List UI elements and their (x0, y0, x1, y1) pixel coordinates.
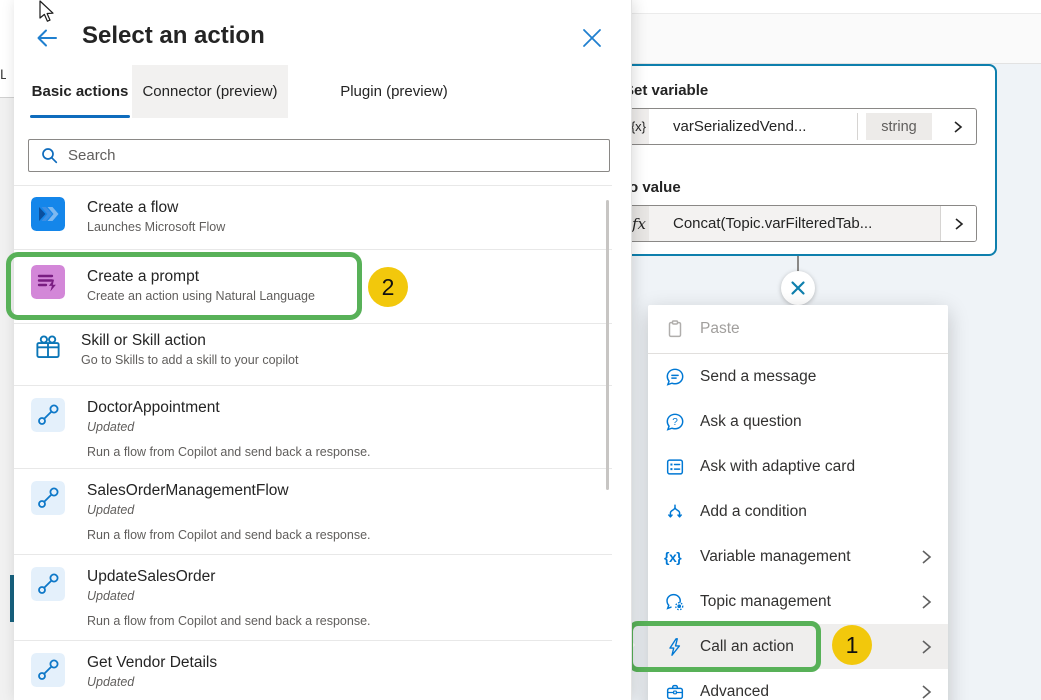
menu-item-label: Variable management (700, 548, 918, 566)
flow-run-icon (31, 398, 65, 432)
flow-run-icon (31, 567, 65, 601)
action-desc: Run a flow from Copilot and send back a … (87, 612, 371, 631)
action-item-updatesalesorder[interactable]: UpdateSalesOrder Updated Run a flow from… (14, 555, 612, 641)
action-item-salesordermanagementflow[interactable]: SalesOrderManagementFlow Updated Run a f… (14, 469, 612, 555)
action-title: DoctorAppointment (87, 397, 371, 418)
menu-item-add-a-condition[interactable]: Add a condition (648, 489, 948, 534)
menu-item-ask-a-question[interactable]: ? Ask a question (648, 399, 948, 444)
menu-item-label: Call an action (700, 638, 918, 656)
power-automate-icon (31, 197, 65, 231)
tab-bar: Basic actions Connector (preview) Plugin… (30, 65, 478, 119)
action-title: SalesOrderManagementFlow (87, 480, 371, 501)
back-arrow-icon[interactable] (34, 25, 60, 51)
menu-item-label: Ask a question (700, 413, 934, 431)
chevron-right-icon (953, 217, 965, 231)
action-desc: Run a flow from Copilot and send back a … (87, 443, 371, 462)
paste-icon (664, 318, 686, 340)
skill-gift-icon (33, 332, 63, 362)
svg-text:?: ? (672, 417, 678, 428)
close-insert-menu-button[interactable] (781, 271, 815, 305)
chevron-right-icon (918, 593, 934, 611)
action-desc: Go to Skills to add a skill to your copi… (81, 351, 298, 370)
briefcase-icon (664, 681, 686, 700)
lightning-icon (664, 636, 686, 658)
close-icon[interactable] (580, 26, 604, 50)
chevron-right-icon (918, 548, 934, 566)
variable-expand-button[interactable] (940, 109, 976, 144)
panel-header: Select an action (14, 0, 631, 60)
action-item-create-a-flow[interactable]: Create a flow Launches Microsoft Flow (14, 186, 612, 250)
variable-field[interactable]: {x} varSerializedVend... string (612, 108, 977, 145)
step-badge-1: 1 (832, 625, 872, 665)
menu-item-send-a-message[interactable]: Send a message (648, 354, 948, 399)
action-list: Create a flow Launches Microsoft Flow Cr… (14, 185, 612, 700)
clipped-text: L (0, 66, 6, 82)
condition-branch-icon (664, 501, 686, 523)
menu-item-call-an-action[interactable]: Call an action (648, 624, 948, 669)
action-item-doctorappointment[interactable]: DoctorAppointment Updated Run a flow fro… (14, 386, 612, 469)
search-icon (41, 147, 58, 164)
action-title: Skill or Skill action (81, 330, 298, 351)
question-icon: ? (664, 411, 686, 433)
action-status: Updated (87, 418, 371, 436)
to-value-label: to value (624, 179, 681, 196)
action-status: Updated (87, 673, 217, 691)
menu-item-label: Paste (700, 320, 934, 338)
step-badge-2: 2 (368, 267, 408, 307)
tab-connector-preview[interactable]: Connector (preview) (132, 65, 288, 118)
action-title: UpdateSalesOrder (87, 566, 371, 587)
search-input[interactable] (68, 147, 609, 164)
action-title: Create a prompt (87, 266, 315, 287)
value-formula: Concat(Topic.varFilteredTab... (649, 206, 940, 241)
create-prompt-icon (31, 265, 65, 299)
action-desc: Create an action using Natural Language (87, 287, 315, 306)
mouse-cursor-icon (36, 0, 56, 27)
value-expand-button[interactable] (940, 206, 976, 241)
action-status: Updated (87, 501, 371, 519)
variable-icon: {x} (664, 549, 688, 565)
chevron-right-icon (918, 638, 934, 656)
menu-item-advanced[interactable]: Advanced (648, 669, 948, 700)
menu-item-label: Send a message (700, 368, 934, 386)
action-status: Updated (87, 587, 371, 605)
action-title: Get Vendor Details (87, 652, 217, 673)
topic-gear-icon (664, 591, 686, 613)
menu-item-label: Advanced (700, 683, 918, 700)
search-box[interactable] (28, 139, 610, 172)
variable-type-chip: string (866, 113, 932, 140)
tab-basic-actions[interactable]: Basic actions (30, 65, 130, 118)
action-title: Create a flow (87, 197, 225, 218)
page-title: Select an action (82, 22, 265, 50)
menu-item-paste[interactable]: Paste (648, 305, 948, 353)
background-app-strip: L (0, 0, 14, 700)
value-field[interactable]: fx Concat(Topic.varFilteredTab... (612, 205, 977, 242)
close-icon (790, 280, 806, 296)
menu-item-label: Topic management (700, 593, 918, 611)
panel-scrollbar[interactable] (606, 200, 609, 490)
message-icon (664, 366, 686, 388)
adaptive-card-icon (664, 456, 686, 478)
action-item-skill[interactable]: Skill or Skill action Go to Skills to ad… (14, 324, 612, 386)
select-action-panel: Select an action Basic actions Connector… (14, 0, 632, 700)
chevron-right-icon (918, 683, 934, 700)
flow-run-icon (31, 653, 65, 687)
menu-item-ask-with-adaptive-card[interactable]: Ask with adaptive card (648, 444, 948, 489)
action-desc: Launches Microsoft Flow (87, 218, 225, 237)
chevron-right-icon (952, 120, 964, 134)
tab-plugin-preview[interactable]: Plugin (preview) (310, 65, 478, 118)
menu-item-label: Ask with adaptive card (700, 458, 934, 476)
flow-run-icon (31, 481, 65, 515)
background-divider (0, 97, 14, 98)
insert-node-context-menu: Paste Send a message ? Ask a question As… (648, 305, 948, 700)
menu-item-label: Add a condition (700, 503, 934, 521)
menu-item-variable-management[interactable]: {x} Variable management (648, 534, 948, 579)
action-desc: Run a flow from Copilot and send back a … (87, 526, 371, 545)
node-title: Set variable (624, 82, 708, 99)
variable-name: varSerializedVend... (649, 113, 858, 140)
action-item-get-vendor-details[interactable]: Get Vendor Details Updated (14, 641, 612, 700)
menu-item-topic-management[interactable]: Topic management (648, 579, 948, 624)
action-item-create-a-prompt[interactable]: Create a prompt Create an action using N… (14, 250, 612, 324)
